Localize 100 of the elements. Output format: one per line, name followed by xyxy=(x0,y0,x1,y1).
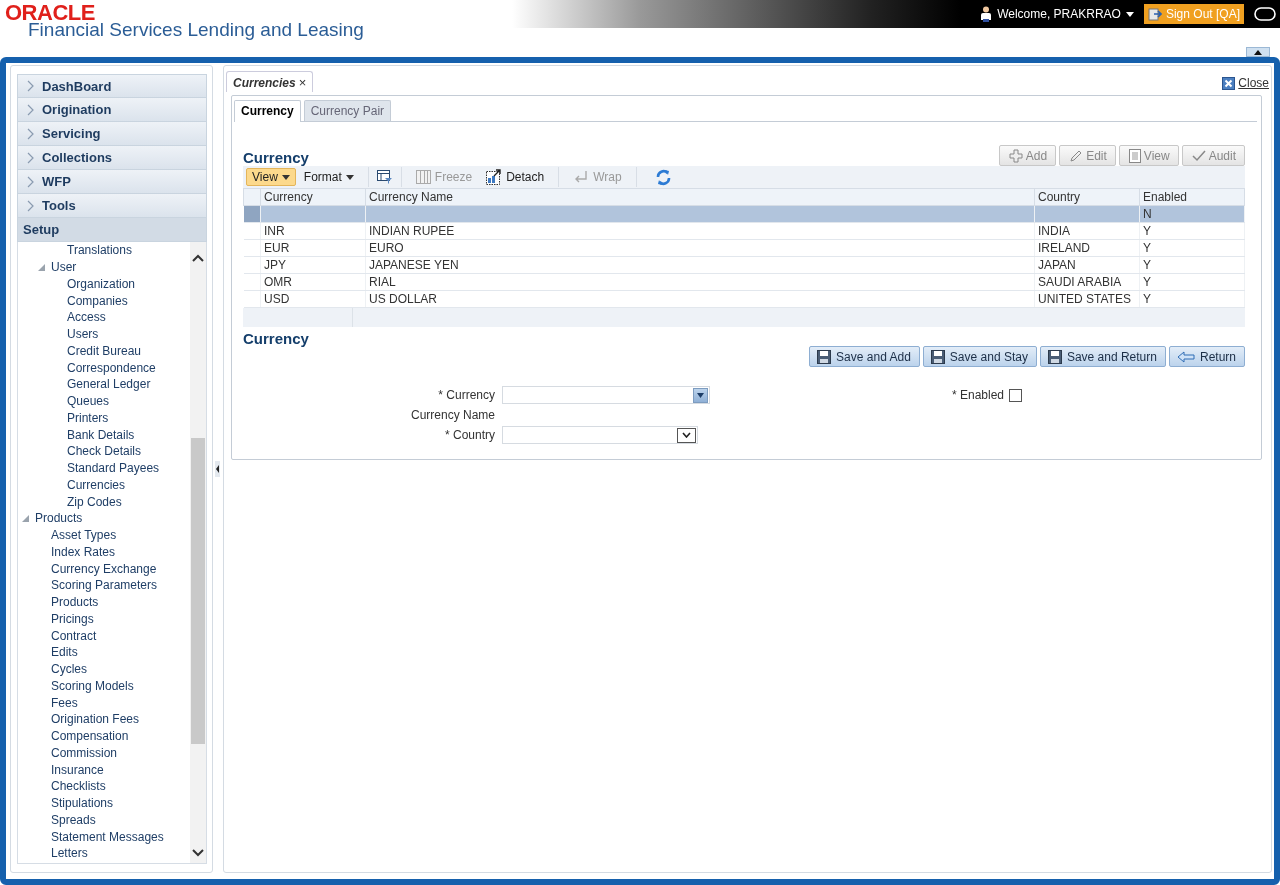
collapse-header-button[interactable] xyxy=(1246,47,1270,57)
expanded-triangle-icon[interactable] xyxy=(22,514,29,522)
table-cell: JPY xyxy=(264,258,286,272)
accordion-header[interactable]: Collections xyxy=(17,146,207,170)
chevron-right-icon xyxy=(27,151,34,164)
chevron-right-icon xyxy=(27,127,34,140)
table-row[interactable]: JPY JAPANESE YEN JAPAN Y xyxy=(243,256,1245,274)
tree-item[interactable]: General Ledger xyxy=(67,377,151,392)
table-row[interactable]: OMR RIAL SAUDI ARABIA Y xyxy=(243,273,1245,291)
tree-item[interactable]: Cycles xyxy=(51,662,87,677)
accordion-header[interactable]: Origination xyxy=(17,98,207,122)
document-tab[interactable]: Currencies × xyxy=(226,71,314,92)
table-cell: JAPAN xyxy=(1038,258,1076,272)
tree-item[interactable]: Statement Messages xyxy=(51,829,164,844)
accordion-header[interactable]: Tools xyxy=(17,194,207,218)
tree-item[interactable]: Contract xyxy=(51,628,97,643)
scroll-up-icon[interactable] xyxy=(192,254,204,262)
tree-item[interactable]: Pricings xyxy=(51,611,94,626)
tab[interactable]: Currency xyxy=(234,100,301,122)
checkmark-icon xyxy=(1191,149,1206,162)
accordion-header[interactable]: DashBoard xyxy=(17,74,207,98)
save-button[interactable]: Save and Add xyxy=(809,346,920,367)
table-cell: IRELAND xyxy=(1038,241,1090,255)
section-title: Currency xyxy=(243,330,309,347)
close-link[interactable]: Close xyxy=(1222,76,1269,90)
table-row[interactable]: INR INDIAN RUPEE INDIA Y xyxy=(243,222,1245,240)
currency-dropdown[interactable] xyxy=(502,386,710,404)
tree-item[interactable]: Edits xyxy=(51,645,78,660)
enabled-checkbox[interactable] xyxy=(1009,388,1023,402)
tree-item[interactable]: Origination Fees xyxy=(51,712,140,727)
table-cell: EURO xyxy=(369,241,404,255)
user-icon xyxy=(980,6,993,22)
chevron-right-icon xyxy=(27,175,34,188)
tree-item[interactable]: Bank Details xyxy=(67,427,135,442)
tree-item[interactable]: Queues xyxy=(67,394,110,409)
tab-close-button[interactable]: × xyxy=(298,75,307,90)
tree-item[interactable]: Users xyxy=(67,327,99,342)
tree-item[interactable]: Correspondence xyxy=(67,360,156,375)
tree-item[interactable]: Fees xyxy=(51,695,78,710)
menu-button[interactable]: Format xyxy=(297,168,360,186)
tree-item[interactable]: Currency Exchange xyxy=(51,561,157,576)
table-cell: Y xyxy=(1143,292,1151,306)
tree-item[interactable]: Zip Codes xyxy=(67,494,122,509)
accordion-header[interactable]: WFP xyxy=(17,170,207,194)
tree-item[interactable]: Stipulations xyxy=(51,796,114,811)
column-header[interactable]: Enabled xyxy=(1139,188,1245,206)
collapse-panel-icon[interactable] xyxy=(215,461,220,477)
tab[interactable]: Currency Pair xyxy=(303,100,392,121)
table-row[interactable]: EUR EURO IRELAND Y xyxy=(243,239,1245,257)
table-cell: EUR xyxy=(264,241,290,255)
tree-item[interactable]: Organization xyxy=(67,276,136,291)
detach-button[interactable]: Detach xyxy=(480,167,551,187)
tree-item[interactable]: Compensation xyxy=(51,729,129,744)
tree-item[interactable]: Companies xyxy=(67,293,128,308)
expanded-triangle-icon[interactable] xyxy=(38,263,45,271)
column-header[interactable]: Country xyxy=(1034,188,1140,206)
tree-item[interactable]: Products xyxy=(51,595,99,610)
menu-button[interactable]: View xyxy=(246,168,296,186)
tree-item[interactable]: Letters xyxy=(51,846,88,861)
tree-item[interactable]: User xyxy=(51,260,77,275)
tree-item[interactable]: Printers xyxy=(67,410,109,425)
tree-item[interactable]: Scoring Parameters xyxy=(51,578,158,593)
return-button[interactable]: Return xyxy=(1168,346,1245,367)
tree-item[interactable]: Index Rates xyxy=(51,544,116,559)
column-header[interactable]: Currency Name xyxy=(365,188,1035,206)
chevron-down-icon xyxy=(682,432,691,438)
caret-icon xyxy=(345,174,354,180)
tree-item[interactable]: Credit Bureau xyxy=(67,343,142,358)
freeze-columns-icon xyxy=(415,170,431,184)
sign-out-icon xyxy=(1147,7,1162,21)
tree-item[interactable]: Scoring Models xyxy=(51,678,134,693)
refresh-icon xyxy=(654,168,672,186)
tree-item[interactable]: Asset Types xyxy=(51,528,117,543)
accordion-header[interactable]: Setup xyxy=(17,218,207,242)
save-button[interactable]: Save and Return xyxy=(1039,346,1166,367)
tree-item[interactable]: Checklists xyxy=(51,779,106,794)
tree-item[interactable]: Currencies xyxy=(67,477,126,492)
tree-item[interactable]: Translations xyxy=(67,243,132,258)
tree-item[interactable]: Products xyxy=(35,511,83,526)
tree-item[interactable]: Access xyxy=(67,310,106,325)
table-cell: INDIAN RUPEE xyxy=(369,224,455,238)
tree-item[interactable]: Check Details xyxy=(67,444,142,459)
welcome-user-menu[interactable]: Welcome, PRAKRRAO xyxy=(997,7,1121,21)
table-row[interactable]: USD US DOLLAR UNITED STATES Y xyxy=(243,290,1245,308)
save-button[interactable]: Save and Stay xyxy=(922,346,1037,367)
table-cell: OMR xyxy=(264,275,292,289)
tree-item[interactable]: Standard Payees xyxy=(67,461,160,476)
accordion-header[interactable]: Servicing xyxy=(17,122,207,146)
country-select[interactable] xyxy=(502,426,698,444)
left-arrow-icon xyxy=(1176,350,1195,363)
scrollbar[interactable] xyxy=(190,242,206,863)
scroll-down-icon[interactable] xyxy=(192,849,204,857)
table-cell: UNITED STATES xyxy=(1038,292,1131,306)
tree-item[interactable]: Insurance xyxy=(51,762,104,777)
wrap-icon xyxy=(573,170,590,184)
chevron-right-icon xyxy=(27,103,34,116)
tree-item[interactable]: Spreads xyxy=(51,812,96,827)
column-header[interactable]: Currency xyxy=(260,188,366,206)
table-cell: Y xyxy=(1143,258,1151,272)
tree-item[interactable]: Commission xyxy=(51,745,117,760)
